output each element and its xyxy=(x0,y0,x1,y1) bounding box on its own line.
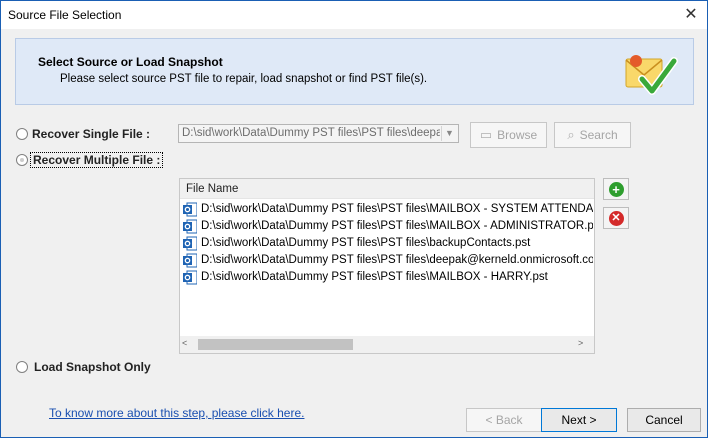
list-item[interactable]: D:\sid\work\Data\Dummy PST files\PST fil… xyxy=(183,201,593,218)
single-file-path-combo[interactable]: D:\sid\work\Data\Dummy PST files\PST fil… xyxy=(178,124,459,143)
load-snapshot-label[interactable]: Load Snapshot Only xyxy=(34,360,151,374)
header-banner: Select Source or Load Snapshot Please se… xyxy=(15,38,694,105)
browse-label: Browse xyxy=(497,128,538,142)
outlook-pst-icon xyxy=(183,253,197,268)
list-item[interactable]: D:\sid\work\Data\Dummy PST files\PST fil… xyxy=(183,269,593,286)
folder-icon: ▭ xyxy=(479,127,493,142)
radio-recover-single-file[interactable] xyxy=(16,128,28,140)
scrollbar-thumb[interactable] xyxy=(198,339,353,350)
file-path: D:\sid\work\Data\Dummy PST files\PST fil… xyxy=(201,220,593,232)
add-file-button[interactable]: + xyxy=(603,178,629,200)
back-label: < Back xyxy=(485,413,523,427)
file-path: D:\sid\work\Data\Dummy PST files\PST fil… xyxy=(201,271,548,283)
list-item[interactable]: D:\sid\work\Data\Dummy PST files\PST fil… xyxy=(183,252,593,269)
horizontal-scrollbar[interactable]: < > xyxy=(180,336,594,353)
cancel-button[interactable]: Cancel xyxy=(627,408,701,432)
scroll-right-icon[interactable]: > xyxy=(578,338,583,348)
help-link[interactable]: To know more about this step, please cli… xyxy=(49,406,304,420)
source-file-selection-dialog: Source File Selection ✕ Select Source or… xyxy=(0,0,708,438)
search-button[interactable]: ⌕ Search xyxy=(554,122,631,148)
search-label: Search xyxy=(579,128,618,142)
outlook-pst-icon xyxy=(183,270,197,285)
single-file-path-value: D:\sid\work\Data\Dummy PST files\PST fil… xyxy=(182,127,440,139)
file-path: D:\sid\work\Data\Dummy PST files\PST fil… xyxy=(201,237,531,249)
cancel-label: Cancel xyxy=(645,413,683,427)
list-item[interactable]: D:\sid\work\Data\Dummy PST files\PST fil… xyxy=(183,235,593,252)
scroll-left-icon[interactable]: < xyxy=(182,338,187,348)
close-icon[interactable]: ✕ xyxy=(681,5,701,25)
file-path: D:\sid\work\Data\Dummy PST files\PST fil… xyxy=(201,254,593,266)
outlook-pst-icon xyxy=(183,219,197,234)
mail-check-icon xyxy=(625,55,678,95)
plus-icon: + xyxy=(608,181,624,197)
file-list-header: File Name xyxy=(180,179,594,199)
back-button[interactable]: < Back xyxy=(466,408,542,432)
title-bar: Source File Selection ✕ xyxy=(1,1,707,29)
recover-multiple-file-label[interactable]: Recover Multiple File : xyxy=(30,152,164,168)
radio-load-snapshot[interactable] xyxy=(16,361,28,373)
file-path: D:\sid\work\Data\Dummy PST files\PST fil… xyxy=(201,203,593,215)
outlook-pst-icon xyxy=(183,202,197,217)
file-list[interactable]: File Name D:\sid\work\Data\Dummy PST fil… xyxy=(179,178,595,354)
column-header-file-name[interactable]: File Name xyxy=(186,183,238,195)
search-icon: ⌕ xyxy=(567,127,575,142)
banner-subtitle: Please select source PST file to repair,… xyxy=(60,73,428,85)
window-title: Source File Selection xyxy=(8,8,122,22)
remove-file-button[interactable]: ✕ xyxy=(603,207,629,229)
browse-button[interactable]: ▭ Browse xyxy=(470,122,547,148)
chevron-down-icon[interactable]: ▼ xyxy=(441,126,457,141)
recover-single-file-label[interactable]: Recover Single File : xyxy=(32,127,150,141)
remove-icon: ✕ xyxy=(608,210,624,226)
list-item[interactable]: D:\sid\work\Data\Dummy PST files\PST fil… xyxy=(183,218,593,235)
outlook-pst-icon xyxy=(183,236,197,251)
banner-title: Select Source or Load Snapshot xyxy=(38,55,223,69)
next-label: Next > xyxy=(561,413,597,427)
next-button[interactable]: Next > xyxy=(541,408,617,432)
radio-recover-multiple-file[interactable] xyxy=(16,154,28,166)
